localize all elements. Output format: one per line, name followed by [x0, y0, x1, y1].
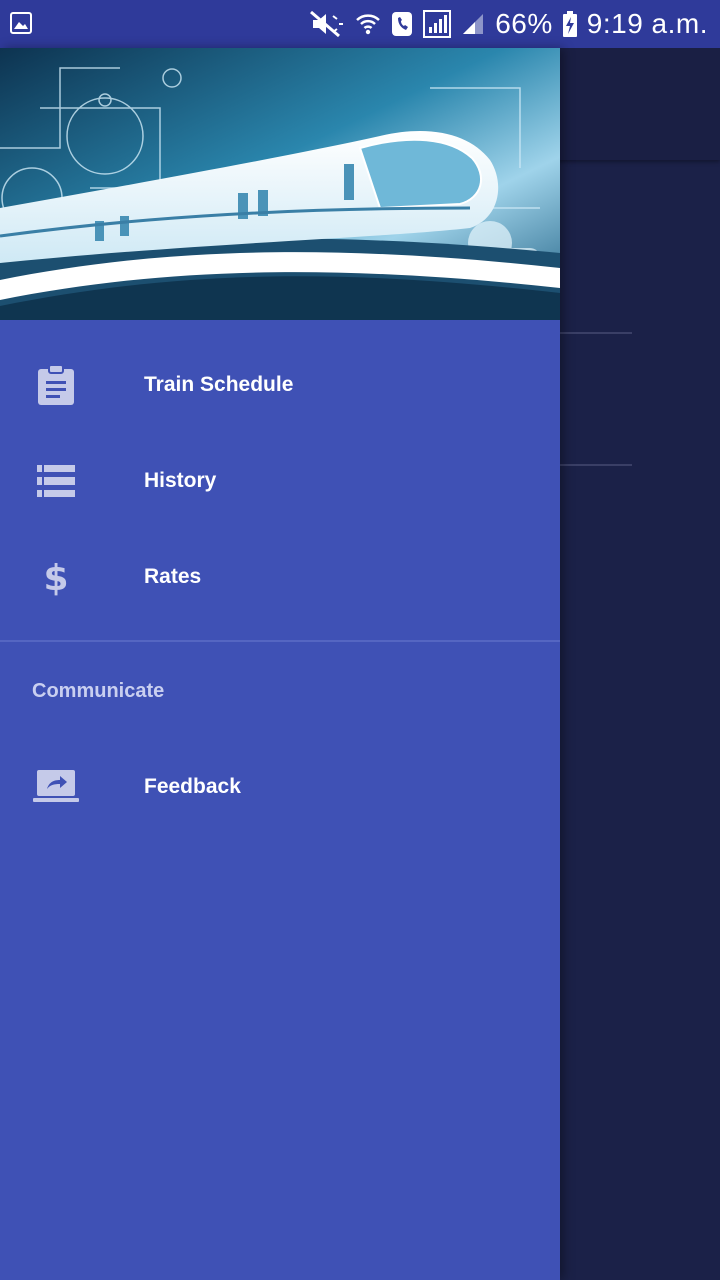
- dollar-icon: $: [32, 553, 80, 601]
- status-bar: 66% 9:19 a.m.: [0, 0, 720, 48]
- wifi-call-icon: [391, 11, 413, 37]
- battery-charging-icon: [562, 11, 577, 37]
- menu-item-label: Feedback: [144, 775, 241, 798]
- share-screen-icon: [32, 763, 80, 811]
- menu-item-history[interactable]: History: [0, 433, 560, 529]
- drawer-header-train-image: [0, 48, 560, 320]
- menu-item-train-schedule[interactable]: Train Schedule: [0, 337, 560, 433]
- menu-item-feedback[interactable]: Feedback: [0, 739, 560, 835]
- battery-percentage: 66%: [495, 8, 553, 39]
- clipboard-icon: [32, 361, 80, 409]
- list-icon: [32, 457, 80, 505]
- wifi-icon: [355, 11, 381, 37]
- menu-item-label: Train Schedule: [144, 373, 294, 396]
- section-title-communicate: Communicate: [32, 680, 165, 702]
- section-divider: [0, 640, 560, 642]
- clock: 9:19 a.m.: [586, 8, 708, 39]
- signal-box-icon: [423, 10, 452, 38]
- menu-item-label: Rates: [144, 565, 202, 588]
- navigation-drawer: Train Schedule History $ Rates Communica…: [0, 48, 560, 1280]
- mute-icon: [309, 10, 345, 38]
- svg-text:$: $: [44, 558, 68, 597]
- cell-signal-icon: [461, 12, 485, 36]
- menu-item-rates[interactable]: $ Rates: [0, 529, 560, 625]
- gallery-notification-icon: [10, 12, 32, 34]
- menu-item-label: History: [144, 469, 217, 492]
